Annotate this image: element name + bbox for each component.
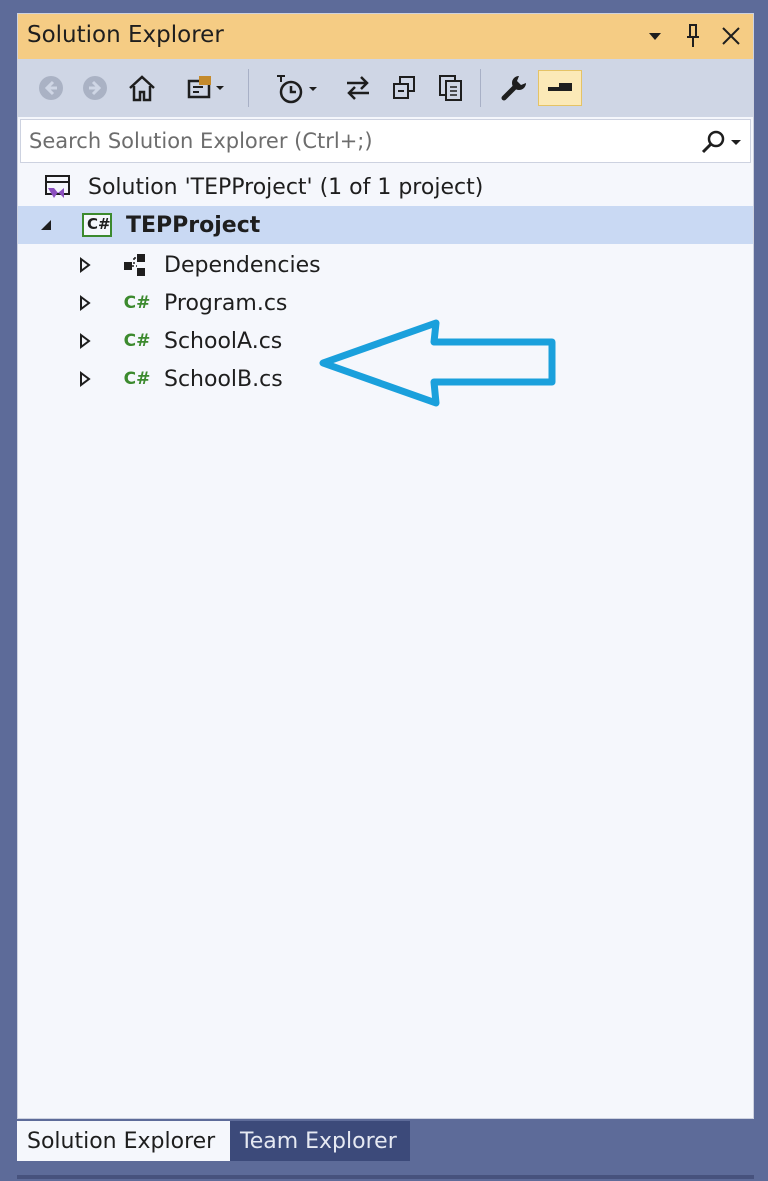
collapsed-triangle-icon[interactable] [75,293,95,313]
back-arrow-icon [39,76,63,100]
schoolb-cs-label: SchoolB.cs [164,366,283,392]
forward-button[interactable] [76,70,114,106]
tree-row-program-cs[interactable]: C# Program.cs [18,284,753,322]
home-button[interactable] [122,70,162,106]
solution-icon [42,172,72,202]
title-controls [641,20,745,52]
switch-views-button[interactable] [172,70,238,106]
auto-hide-button[interactable] [679,20,707,52]
sync-button[interactable] [338,70,378,106]
schoola-cs-label: SchoolA.cs [164,328,283,354]
tree-row-dependencies[interactable]: Dependencies [18,246,753,284]
collapsed-triangle-icon[interactable] [75,331,95,351]
collapsed-triangle-icon[interactable] [75,369,95,389]
close-icon [722,27,740,45]
program-cs-label: Program.cs [164,290,288,316]
project-badge: C# [87,215,111,233]
close-button[interactable] [717,20,745,52]
solution-explorer-panel: Solution Explorer Search Solution Explor… [17,13,754,1119]
tab-solution-explorer[interactable]: Solution Explorer [17,1121,230,1161]
expanded-triangle-icon[interactable] [36,215,56,235]
window-position-dropdown-button[interactable] [641,20,669,52]
preview-selected-button[interactable] [538,70,582,106]
panel-title: Solution Explorer [27,22,224,48]
dependencies-label: Dependencies [164,252,321,278]
annotation-arrow-icon [319,319,556,407]
tree-row-project[interactable]: C# TEPProject [18,206,753,244]
csharp-file-icon: C# [123,331,151,351]
csharp-file-icon: C# [123,293,151,313]
dependencies-icon [120,251,150,279]
home-icon [129,75,155,102]
forward-arrow-icon [83,76,107,100]
wrench-icon [501,76,526,101]
collapsed-triangle-icon[interactable] [75,255,95,275]
toolbar [18,59,753,117]
bottom-border [17,1175,754,1179]
collapse-all-button[interactable] [384,70,424,106]
pin-icon [687,24,699,47]
collapse-all-icon [393,76,415,99]
csharp-file-icon: C# [123,369,151,389]
search-box [20,119,751,163]
switch-views-icon [187,76,224,99]
project-label: TEPProject [126,212,261,238]
chevron-down-icon [731,140,741,145]
search-input[interactable] [29,125,679,157]
solution-label: Solution 'TEPProject' (1 of 1 project) [88,174,484,200]
sync-icon [347,76,369,100]
csharp-project-icon: C# [81,211,113,239]
preview-icon [548,83,572,91]
bottom-tabs: Solution Explorer Team Explorer [17,1121,410,1161]
show-all-files-icon [439,75,462,101]
properties-button[interactable] [494,70,534,106]
search-icon [701,130,725,154]
panel-title-bar: Solution Explorer [18,14,753,59]
tree-row-solution[interactable]: Solution 'TEPProject' (1 of 1 project) [18,168,753,206]
back-button[interactable] [32,70,70,106]
pending-changes-filter-button[interactable] [262,70,328,106]
clock-filter-icon [277,75,317,104]
search-options-button[interactable] [700,126,742,158]
show-all-files-button[interactable] [430,70,470,106]
dropdown-icon [649,33,661,40]
tab-team-explorer[interactable]: Team Explorer [230,1121,410,1161]
